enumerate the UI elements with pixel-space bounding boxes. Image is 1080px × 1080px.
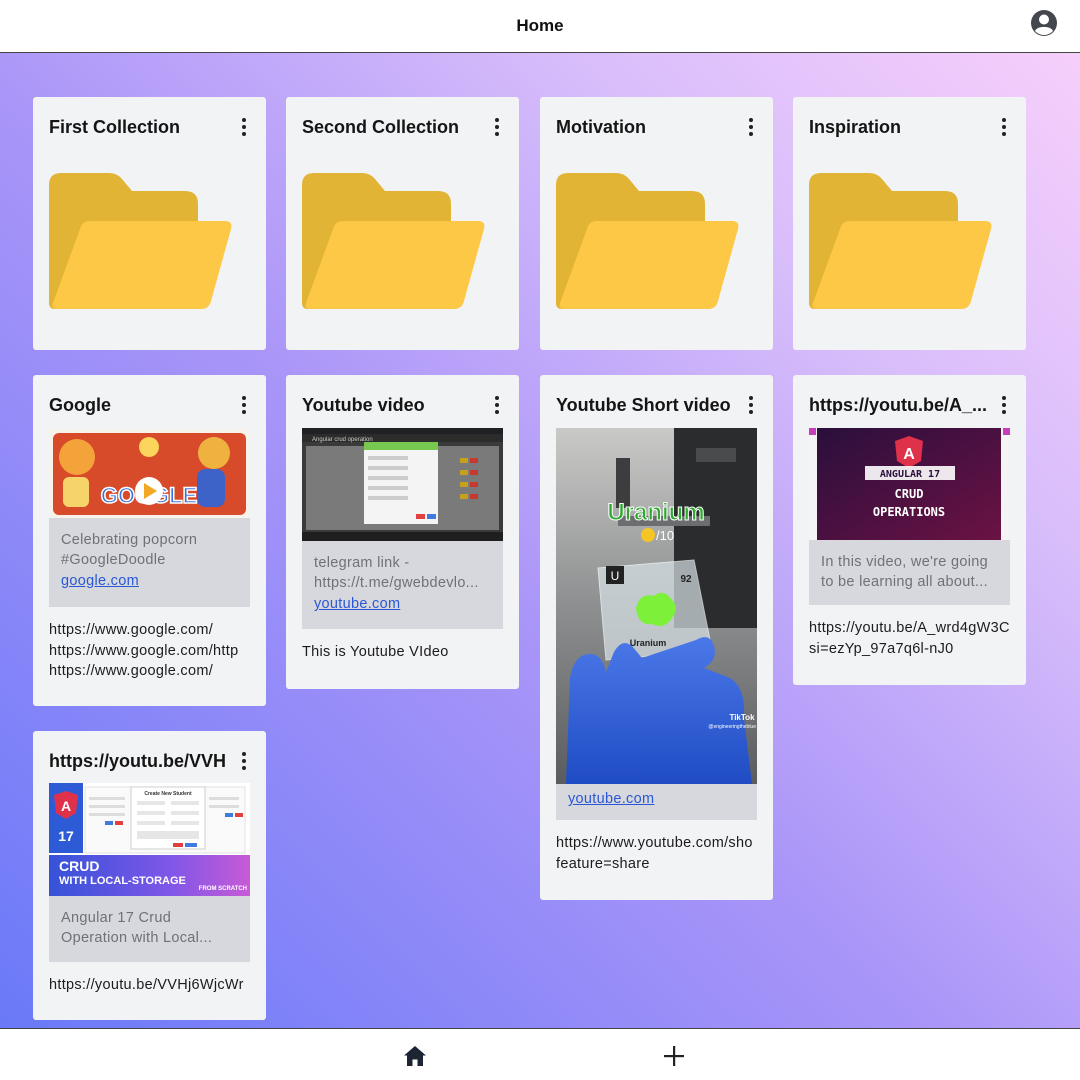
more-vert-icon[interactable] xyxy=(234,115,254,139)
link-url: https://www.youtube.com/sho xyxy=(556,835,753,851)
link-preview-meta: Celebrating popcorn #GoogleDoodle google… xyxy=(49,518,250,607)
more-vert-icon[interactable] xyxy=(741,115,761,139)
thumbnail-line1: CRUD xyxy=(59,858,99,874)
link-card[interactable]: Youtube video Angular crud operation tel… xyxy=(286,375,519,689)
page-title: Home xyxy=(516,16,564,35)
more-vert-icon[interactable] xyxy=(994,393,1014,417)
link-card[interactable]: Youtube Short video U 92 Uranium Uranium… xyxy=(540,375,773,900)
link-url: https://www.google.com/http xyxy=(49,642,239,659)
thumbnail-word: Uranium xyxy=(607,499,704,526)
thumbnail-line2: WITH LOCAL-STORAGE xyxy=(59,875,186,887)
thumbnail-line1: ANGULAR 17 xyxy=(880,469,940,480)
svg-text:A: A xyxy=(903,446,915,463)
thumbnail-element-name: Uranium xyxy=(630,638,667,648)
link-preview-meta: Angular 17 Crud Operation with Local... xyxy=(49,896,250,962)
collection-title: Motivation xyxy=(556,116,646,137)
collection-card[interactable]: First Collection xyxy=(33,97,266,350)
link-thumbnail[interactable]: GOOGLE xyxy=(49,429,250,518)
link-urls: https://youtu.be/A_wrd4gW3C si=ezYp_97a7… xyxy=(809,618,1010,659)
link-preview-meta: youtube.com xyxy=(556,784,757,820)
link-url: feature=share xyxy=(556,855,650,872)
thumbnail-handle: @engineeringtheblue xyxy=(708,724,756,730)
link-preview-meta: In this video, we're going to be learnin… xyxy=(809,540,1010,605)
home-icon[interactable] xyxy=(402,1043,428,1069)
link-title: Youtube video xyxy=(302,394,425,415)
more-vert-icon[interactable] xyxy=(994,115,1014,139)
link-urls: https://www.youtube.com/sho feature=shar… xyxy=(556,833,757,874)
folder-icon xyxy=(556,173,739,309)
link-urls: https://www.google.com/ https://www.goog… xyxy=(49,620,250,682)
link-preview-meta: telegram link - https://t.me/gwebdevlo..… xyxy=(302,541,503,629)
more-vert-icon[interactable] xyxy=(487,115,507,139)
link-title: https://youtu.be/VVH xyxy=(49,750,226,771)
plus-icon[interactable] xyxy=(661,1043,687,1069)
thumbnail-line3: FROM SCRATCH xyxy=(199,886,247,892)
collection-title: Inspiration xyxy=(809,116,902,137)
link-url: https://www.google.com/ xyxy=(49,622,214,638)
link-url: https://youtu.be/VVHj6WjcWr xyxy=(49,977,244,993)
link-note-text: This is Youtube VIdeo xyxy=(302,644,449,660)
link-card[interactable]: https://youtu.be/A_... A ANGULAR 17 CRUD… xyxy=(793,375,1026,685)
thumbnail-heading: Angular crud operation xyxy=(312,437,373,443)
thumbnail-element-number: 92 xyxy=(680,574,692,585)
collection-card[interactable]: Motivation xyxy=(540,97,773,350)
link-card[interactable]: https://youtu.be/VVH A 17 Create New Stu… xyxy=(33,731,266,1020)
link-thumbnail[interactable]: A ANGULAR 17 CRUD OPERATIONS xyxy=(809,428,1010,540)
more-vert-icon[interactable] xyxy=(234,393,254,417)
link-card[interactable]: Google GOOGLE Celebrating popcorn #Googl… xyxy=(33,375,266,706)
thumbnail-rating: /10 xyxy=(656,528,674,543)
collection-card[interactable]: Second Collection xyxy=(286,97,519,350)
more-vert-icon[interactable] xyxy=(234,749,254,773)
thumbnail-element-symbol: U xyxy=(611,569,620,583)
link-description: In this video, we're going to be learnin… xyxy=(821,554,988,590)
folder-icon xyxy=(809,173,992,309)
thumbnail-heading: Create New Student xyxy=(144,791,192,797)
more-vert-icon[interactable] xyxy=(741,393,761,417)
thumbnail-badge: 17 xyxy=(58,828,74,844)
link-url: https://www.google.com/ xyxy=(49,663,214,679)
link-urls: https://youtu.be/VVHj6WjcWr xyxy=(49,975,250,996)
bottom-navigation xyxy=(0,1028,1080,1080)
top-app-bar: Home xyxy=(0,0,1080,53)
link-domain[interactable]: youtube.com xyxy=(568,791,745,807)
link-description: telegram link - https://t.me/gwebdevlo..… xyxy=(314,555,479,591)
link-note: This is Youtube VIdeo xyxy=(302,642,503,663)
link-url: si=ezYp_97a7q6l-nJ0 xyxy=(809,640,954,657)
collection-title: First Collection xyxy=(49,116,181,137)
thumbnail-brand: TikTok xyxy=(729,713,755,722)
link-description: Angular 17 Crud Operation with Local... xyxy=(61,910,213,946)
thumbnail-line3: OPERATIONS xyxy=(873,505,945,519)
link-thumbnail[interactable]: A 17 Create New Student CRUD WITH LOCAL-… xyxy=(49,783,250,896)
more-vert-icon[interactable] xyxy=(487,393,507,417)
collection-card[interactable]: Inspiration xyxy=(793,97,1026,350)
collections-grid: First Collection Second Collection Motiv… xyxy=(0,53,1080,1028)
folder-icon xyxy=(49,173,232,309)
link-thumbnail[interactable]: Angular crud operation xyxy=(302,428,503,541)
link-thumbnail[interactable]: U 92 Uranium Uranium /10 TikTok @enginee… xyxy=(556,428,757,784)
folder-icon xyxy=(302,173,485,309)
svg-text:A: A xyxy=(61,798,71,814)
link-title: Youtube Short video xyxy=(556,394,731,415)
link-domain[interactable]: google.com xyxy=(61,573,238,589)
link-title: https://youtu.be/A_... xyxy=(809,394,987,415)
collection-title: Second Collection xyxy=(302,116,460,137)
thumbnail-line2: CRUD xyxy=(895,487,924,501)
link-description: Celebrating popcorn #GoogleDoodle xyxy=(61,532,198,568)
link-title: Google xyxy=(49,394,111,415)
account-circle-icon[interactable] xyxy=(1030,9,1058,37)
link-domain[interactable]: youtube.com xyxy=(314,596,491,612)
link-url: https://youtu.be/A_wrd4gW3C xyxy=(809,620,1010,636)
